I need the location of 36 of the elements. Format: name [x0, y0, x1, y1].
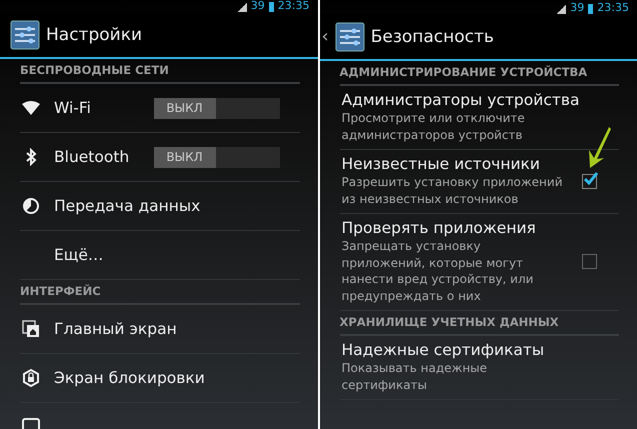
settings-app-icon[interactable] — [10, 20, 40, 50]
home-screen-icon — [22, 320, 40, 338]
bluetooth-icon — [25, 148, 37, 166]
back-icon[interactable]: ‹ — [322, 26, 329, 47]
lock-icon — [22, 369, 40, 387]
section-header: БЕСПРОВОДНЫЕ СЕТИ — [20, 59, 300, 84]
toggle-switch[interactable]: ВЫКЛ — [154, 146, 280, 168]
setting-label[interactable]: Wi-Fi — [54, 99, 91, 117]
settings-app-icon[interactable] — [334, 22, 365, 52]
clock: 23:35 — [278, 0, 310, 12]
clock: 23:35 — [597, 2, 629, 14]
setting-summary: Разрешить установку приложений из неизвестных источников — [342, 174, 564, 207]
setting-summary: Показывать надежные сертификаты — [342, 360, 488, 393]
setting-label[interactable]: Администраторы устройства — [342, 91, 619, 109]
setting-label[interactable]: Ещё… — [54, 246, 104, 264]
section-header: АДМИНИСТРИРОВАНИЕ УСТРОЙСТВА — [340, 61, 619, 86]
data-usage-icon — [23, 198, 39, 214]
screen-title: Настройки — [46, 24, 142, 44]
battery-level: 39 — [570, 2, 584, 14]
toggle-switch[interactable]: ВЫКЛ — [154, 98, 280, 118]
battery-level: 39 — [250, 0, 265, 12]
checkbox[interactable] — [582, 254, 597, 269]
section-header: ИНТЕРФЕЙС — [20, 280, 300, 305]
setting-label[interactable]: Надежные сертификаты — [342, 341, 619, 359]
section-header: ХРАНИЛИЩЕ УЧЕТНЫХ ДАННЫХ — [340, 311, 619, 336]
setting-summary: Просмотрите или отключите администраторов устройств — [342, 110, 526, 143]
setting-label[interactable]: Проверять приложения — [342, 219, 582, 237]
screen-title: Безопасность — [370, 26, 494, 46]
setting-label[interactable]: Главный экран — [54, 320, 177, 338]
setting-label[interactable]: Неизвестные источники — [342, 155, 582, 173]
checkbox[interactable] — [582, 174, 597, 188]
setting-summary: Запрещать установку приложений, которые могут нанести вред устройству, или предупреждать о них — [342, 238, 534, 304]
setting-label[interactable]: Bluetooth — [54, 148, 130, 166]
setting-label[interactable]: Передача данных — [54, 197, 200, 215]
setting-label[interactable]: Экран блокировки — [54, 369, 205, 387]
wifi-icon — [22, 101, 40, 115]
